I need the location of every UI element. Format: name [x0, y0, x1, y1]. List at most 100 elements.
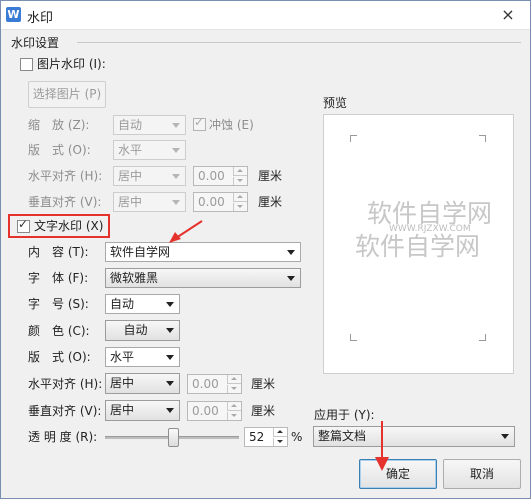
chevron-down-icon: [172, 123, 180, 128]
font-label: 字 体 (F):: [28, 271, 89, 285]
chevron-down-icon: [172, 200, 180, 205]
chevron-down-icon: [166, 408, 174, 413]
text-halign-label: 水平对齐 (H):: [28, 377, 103, 391]
section-divider: [77, 42, 521, 43]
text-valign-offset-value: 0.00: [192, 404, 219, 418]
content-combobox[interactable]: 软件自学网: [105, 242, 301, 262]
annotation-arrow-icon: [169, 220, 203, 243]
text-watermark-label: 文字水印 (X): [34, 219, 104, 233]
font-value: 微软雅黑: [110, 271, 159, 285]
picture-valign-value: 居中: [118, 195, 143, 209]
text-valign-label: 垂直对齐 (V):: [28, 404, 102, 418]
watermark-dialog: W 水印 × 水印设置 图片水印 (I): 选择图片 (P) 缩 放 (Z): …: [0, 0, 531, 499]
ok-button[interactable]: 确定: [359, 459, 437, 489]
chevron-down-icon: [166, 328, 174, 333]
picture-halign-offset-value: 0.00: [198, 169, 225, 183]
spin-up-icon[interactable]: [227, 375, 241, 384]
text-valign-unit: 厘米: [251, 404, 276, 418]
margin-corner: [479, 135, 486, 142]
content-value: 软件自学网: [110, 245, 171, 259]
color-dropdown[interactable]: 自动: [105, 320, 180, 341]
spin-down-icon[interactable]: [227, 385, 241, 393]
picture-halign-unit: 厘米: [258, 169, 283, 183]
picture-halign-value: 居中: [118, 169, 143, 183]
check-icon: ✓: [18, 217, 29, 231]
chevron-down-icon: [287, 250, 295, 255]
picture-watermark-checkbox[interactable]: [20, 58, 33, 71]
spin-up-icon[interactable]: [227, 402, 241, 411]
picture-valign-offset-value: 0.00: [198, 195, 225, 209]
chevron-down-icon: [501, 434, 509, 439]
color-label: 颜 色 (C):: [28, 324, 90, 338]
picture-layout-value: 水平: [118, 143, 143, 157]
annotation-arrow-icon: [375, 421, 389, 471]
dialog-title: 水印: [27, 11, 54, 26]
transparency-unit: %: [291, 430, 303, 444]
margin-corner: [350, 334, 357, 341]
washout-label: 冲蚀 (E): [209, 118, 254, 132]
washout-checkbox[interactable]: ✓: [193, 115, 206, 131]
chevron-down-icon: [166, 302, 174, 307]
chevron-down-icon: [172, 174, 180, 179]
text-layout-dropdown[interactable]: 水平: [105, 347, 180, 367]
picture-watermark-label: 图片水印 (I):: [37, 57, 106, 71]
text-halign-dropdown[interactable]: 居中: [105, 373, 180, 394]
chevron-down-icon: [287, 276, 295, 281]
cancel-button[interactable]: 取消: [443, 459, 521, 489]
spin-up-icon[interactable]: [273, 428, 287, 437]
text-layout-label: 版 式 (O):: [28, 350, 91, 364]
text-halign-offset[interactable]: 0.00: [187, 374, 242, 394]
apply-label: 应用于 (Y):: [314, 408, 375, 422]
scale-label: 缩 放 (Z):: [28, 118, 90, 132]
transparency-label: 透 明 度 (R):: [28, 430, 98, 444]
content-label: 内 容 (T):: [28, 245, 89, 259]
size-dropdown[interactable]: 自动: [105, 294, 180, 314]
close-icon[interactable]: ×: [497, 5, 519, 25]
apply-value: 整篇文档: [318, 429, 367, 443]
size-value: 自动: [110, 297, 135, 311]
picture-halign-offset[interactable]: 0.00: [193, 166, 248, 186]
size-label: 字 号 (S):: [28, 297, 89, 311]
wps-app-icon: W: [6, 7, 21, 22]
color-value: 自动: [123, 323, 148, 337]
spin-up-icon[interactable]: [233, 193, 247, 202]
watermark-overlay-text-2: 软件自学网: [355, 232, 481, 261]
chevron-down-icon: [172, 148, 180, 153]
spin-up-icon[interactable]: [233, 167, 247, 176]
text-layout-value: 水平: [110, 350, 135, 364]
section-label: 水印设置: [11, 36, 60, 50]
picture-halign-label: 水平对齐 (H):: [28, 169, 103, 183]
transparency-value: 52: [249, 430, 265, 444]
margin-corner: [479, 334, 486, 341]
spin-down-icon[interactable]: [233, 203, 247, 211]
picture-valign-dropdown[interactable]: 居中: [113, 192, 186, 212]
chevron-down-icon: [166, 381, 174, 386]
transparency-spinbox[interactable]: 52: [244, 427, 288, 447]
picture-valign-unit: 厘米: [258, 195, 283, 209]
spin-down-icon[interactable]: [273, 438, 287, 446]
spin-down-icon[interactable]: [227, 412, 241, 420]
picture-halign-dropdown[interactable]: 居中: [113, 166, 186, 186]
select-picture-button[interactable]: 选择图片 (P): [28, 81, 106, 108]
transparency-slider-thumb[interactable]: [168, 428, 179, 447]
text-halign-value: 居中: [110, 376, 135, 390]
check-icon: ✓: [194, 115, 205, 129]
title-bar: W 水印 ×: [1, 1, 530, 30]
text-valign-value: 居中: [110, 403, 135, 417]
scale-dropdown[interactable]: 自动: [113, 115, 186, 135]
picture-layout-dropdown[interactable]: 水平: [113, 140, 186, 160]
font-dropdown[interactable]: 微软雅黑: [105, 268, 301, 288]
text-halign-offset-value: 0.00: [192, 377, 219, 391]
apply-dropdown[interactable]: 整篇文档: [313, 426, 515, 447]
scale-value: 自动: [118, 118, 143, 132]
preview-label: 预览: [323, 96, 348, 110]
margin-corner: [350, 135, 357, 142]
picture-valign-label: 垂直对齐 (V):: [28, 195, 102, 209]
spin-down-icon[interactable]: [233, 177, 247, 185]
text-watermark-checkbox[interactable]: ✓: [17, 217, 30, 233]
text-valign-dropdown[interactable]: 居中: [105, 400, 180, 421]
text-halign-unit: 厘米: [251, 377, 276, 391]
picture-valign-offset[interactable]: 0.00: [193, 192, 248, 212]
text-valign-offset[interactable]: 0.00: [187, 401, 242, 421]
picture-layout-label: 版 式 (O):: [28, 143, 91, 157]
